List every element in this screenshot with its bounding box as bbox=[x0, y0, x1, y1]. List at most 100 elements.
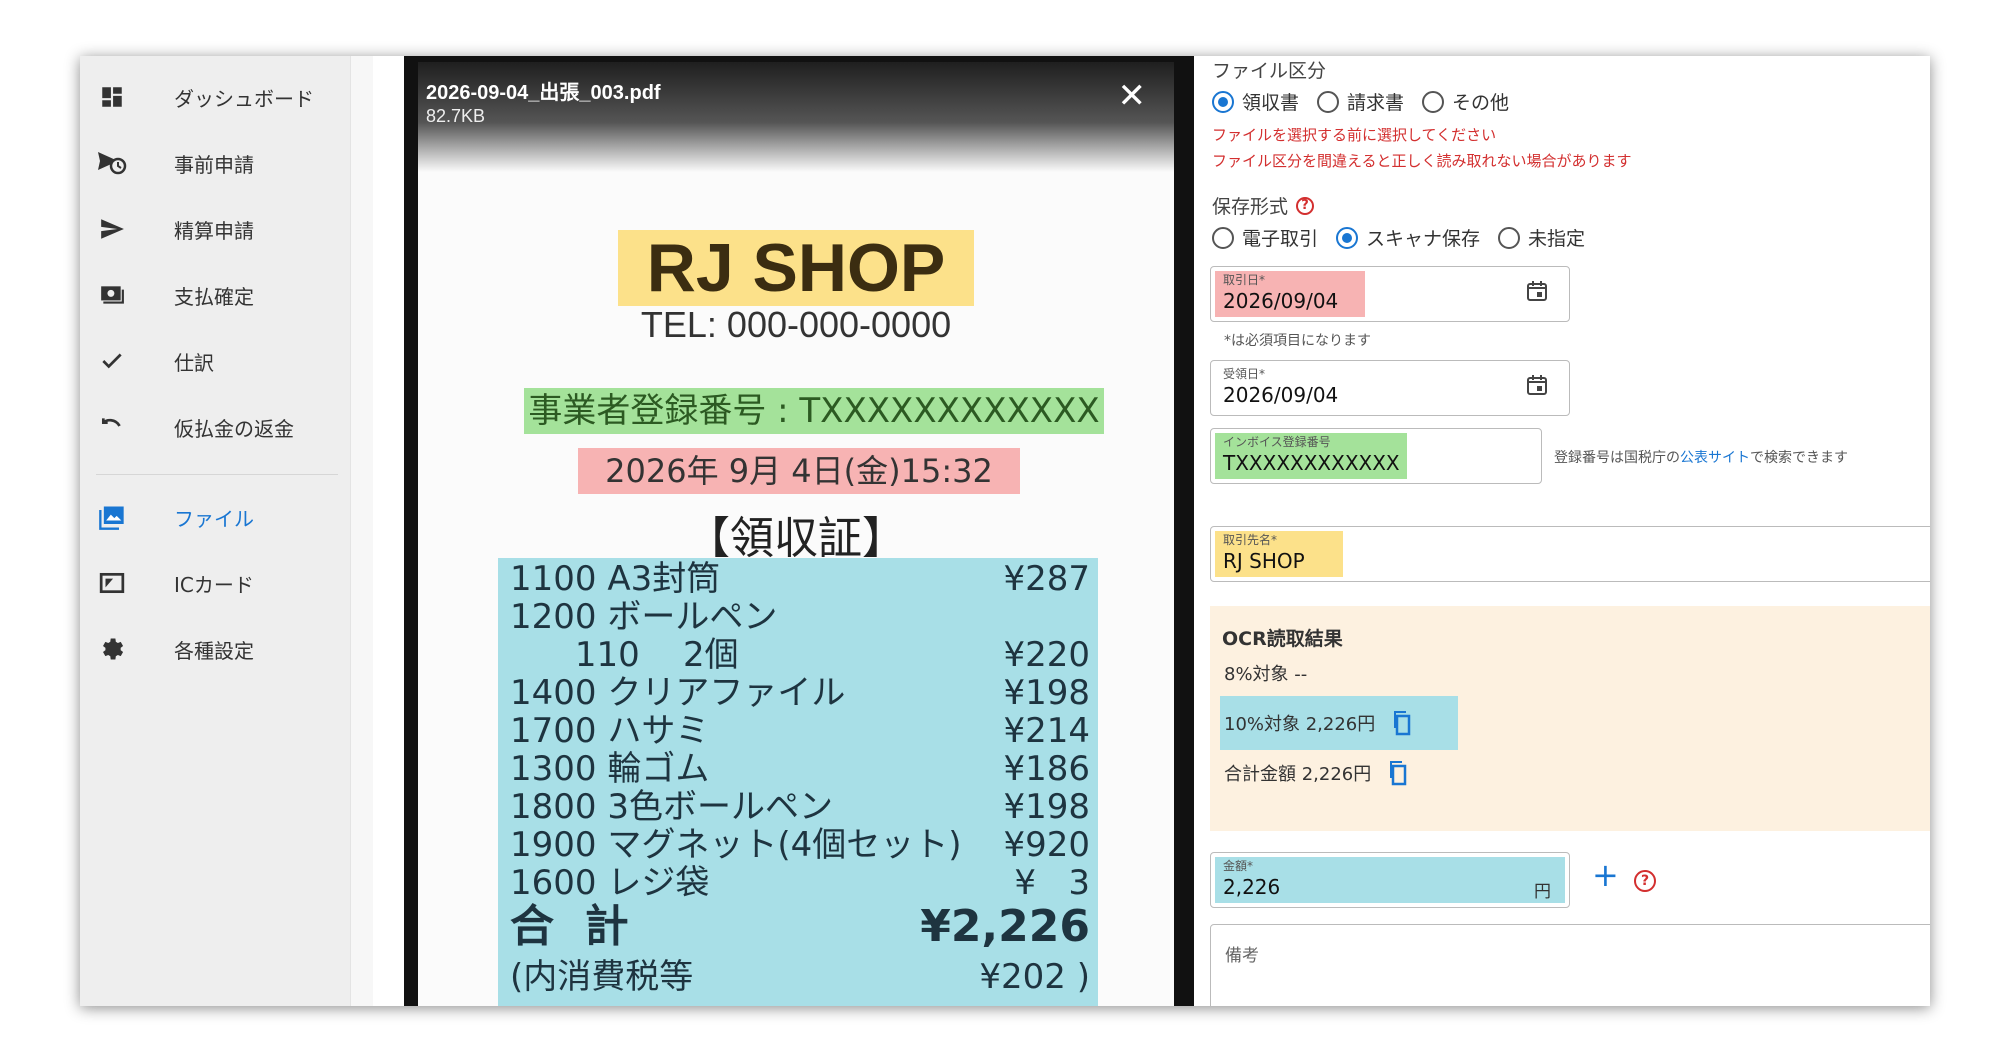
receipt-line: 1700 ハサミ ¥214 bbox=[510, 711, 1090, 751]
receipt-registration-number: 事業者登録番号 : TXXXXXXXXXXXX bbox=[524, 388, 1104, 434]
amount-label: 金額* bbox=[1223, 859, 1254, 873]
radio-receipt[interactable]: 領収書 bbox=[1212, 88, 1299, 115]
sidebar-item-label: ICカード bbox=[174, 572, 254, 597]
transaction-date-value: 2026/09/04 bbox=[1223, 289, 1339, 313]
radio-unchecked-icon bbox=[1317, 90, 1340, 113]
radio-scanner[interactable]: スキャナ保存 bbox=[1336, 224, 1480, 251]
sidebar-item-payment[interactable]: 支払確定 bbox=[80, 262, 350, 328]
radio-unchecked-icon bbox=[1422, 90, 1445, 113]
preview-filesize: 82.7KB bbox=[426, 106, 486, 126]
sidebar-item-settings[interactable]: 各種設定 bbox=[80, 616, 350, 682]
receipt-line: 1100 A3封筒 ¥287 bbox=[510, 559, 1090, 599]
receipt-shop-name: RJ SHOP bbox=[618, 230, 974, 306]
ocr-title: OCR読取結果 bbox=[1222, 628, 1343, 650]
ocr-rate10: 10%対象 2,226円 bbox=[1224, 714, 1376, 735]
pre-application-icon bbox=[96, 147, 128, 179]
preview-filename: 2026-09-04_出張_003.pdf bbox=[426, 82, 661, 104]
gear-icon bbox=[96, 633, 128, 665]
file-form: ファイル区分 領収書 請求書 その他 ファイルを選択する前に選択してください フ… bbox=[1210, 56, 1930, 1006]
vendor-name-value: RJ SHOP bbox=[1223, 549, 1305, 573]
note-field[interactable]: 備考 bbox=[1210, 924, 1930, 1006]
calendar-icon[interactable] bbox=[1525, 279, 1549, 303]
receipt-items: 1100 A3封筒 ¥287 1200 ボールペン 110 2個 ¥220 1400… bbox=[498, 558, 1098, 1006]
radio-checked-icon bbox=[1336, 226, 1359, 249]
sidebar-item-label: 精算申請 bbox=[174, 218, 254, 243]
sidebar: ダッシュボード 事前申請 精算申請 支払確定 仕訳 仮払金の返金 ファイル IC… bbox=[80, 56, 350, 1006]
file-type-label: ファイル区分 bbox=[1212, 60, 1327, 82]
radio-unchecked-icon bbox=[1212, 226, 1234, 249]
payment-icon bbox=[96, 279, 128, 311]
radio-checked-icon bbox=[1212, 90, 1234, 113]
image-icon bbox=[96, 501, 128, 533]
sidebar-divider bbox=[96, 474, 338, 475]
sidebar-item-ic-card[interactable]: ICカード bbox=[80, 550, 350, 616]
sidebar-item-pre-application[interactable]: 事前申請 bbox=[80, 130, 350, 196]
file-type-radio-group: 領収書 請求書 その他 bbox=[1212, 88, 1527, 115]
file-preview: RJ SHOP TEL: 000-000-0000 事業者登録番号 : TXXX… bbox=[404, 56, 1194, 1006]
receipt-line: 1400 クリアファイル ¥198 bbox=[510, 673, 1090, 713]
ocr-total-row: 合計金額 2,226円 bbox=[1224, 760, 1407, 786]
undo-icon bbox=[96, 411, 128, 443]
received-date-field[interactable]: 受領日* 2026/09/04 bbox=[1210, 360, 1570, 416]
receipt-image: RJ SHOP TEL: 000-000-0000 事業者登録番号 : TXXX… bbox=[418, 62, 1174, 1006]
amount-value: 2,226 bbox=[1223, 875, 1281, 899]
receipt-line: 110 2個 ¥220 bbox=[510, 635, 1090, 675]
send-icon bbox=[96, 213, 128, 245]
radio-electronic[interactable]: 電子取引 bbox=[1212, 224, 1318, 251]
note-label: 備考 bbox=[1225, 946, 1259, 966]
receipt-tax: (内消費税等 ¥202 ) bbox=[510, 957, 1090, 997]
sidebar-item-label: ファイル bbox=[174, 506, 254, 531]
sidebar-item-label: 仮払金の返金 bbox=[174, 416, 294, 441]
radio-other[interactable]: その他 bbox=[1422, 88, 1509, 115]
receipt-line: 1800 3色ボールペン ¥198 bbox=[510, 787, 1090, 827]
sidebar-item-label: ダッシュボード bbox=[174, 86, 314, 111]
ocr-result-panel: OCR読取結果 8%対象 -- 10%対象 2,226円 合計金額 2,226円 bbox=[1210, 606, 1930, 831]
ocr-total: 合計金額 2,226円 bbox=[1224, 764, 1372, 785]
required-hint: *は必須項目になります bbox=[1224, 333, 1371, 349]
sidebar-item-label: 仕訳 bbox=[174, 350, 214, 375]
receipt-line: 1200 ボールペン bbox=[510, 597, 778, 637]
close-icon[interactable]: ✕ bbox=[1118, 76, 1147, 116]
amount-field[interactable]: 金額* 2,226 円 bbox=[1210, 852, 1570, 908]
transaction-date-field[interactable]: 取引日* 2026/09/04 bbox=[1210, 266, 1570, 322]
help-icon[interactable]: ? bbox=[1296, 196, 1315, 215]
file-type-warning: ファイルを選択する前に選択してください bbox=[1212, 126, 1497, 144]
sidebar-item-refund[interactable]: 仮払金の返金 bbox=[80, 394, 350, 460]
dashboard-icon bbox=[96, 81, 128, 113]
radio-invoice[interactable]: 請求書 bbox=[1317, 88, 1404, 115]
receipt-datetime: 2026年 9月 4日(金)15:32 bbox=[578, 448, 1020, 494]
copy-icon[interactable] bbox=[1385, 760, 1407, 786]
vendor-name-field[interactable]: 取引先名* RJ SHOP bbox=[1210, 526, 1930, 582]
save-format-label: 保存形式 bbox=[1212, 196, 1289, 218]
preview-header: 2026-09-04_出張_003.pdf 82.7KB ✕ bbox=[418, 62, 1174, 172]
receipt-line: 1300 輪ゴム ¥186 bbox=[510, 749, 1090, 789]
sidebar-item-journal[interactable]: 仕訳 bbox=[80, 328, 350, 394]
sidebar-item-dashboard[interactable]: ダッシュボード bbox=[80, 64, 350, 130]
calendar-icon[interactable] bbox=[1525, 373, 1549, 397]
invoice-number-label: インボイス登録番号 bbox=[1223, 435, 1331, 449]
save-format-label-row: 保存形式 ? bbox=[1212, 192, 1315, 219]
help-icon[interactable]: ? bbox=[1634, 870, 1656, 892]
public-site-link[interactable]: 公表サイト bbox=[1680, 450, 1750, 466]
receipt-total: 合 計 ¥2,226 bbox=[510, 901, 1090, 952]
save-format-radio-group: 電子取引 スキャナ保存 未指定 bbox=[1212, 224, 1603, 251]
invoice-hint: 登録番号は国税庁の公表サイトで検索できます bbox=[1554, 450, 1848, 466]
amount-unit: 円 bbox=[1534, 882, 1551, 902]
sidebar-item-label: 事前申請 bbox=[174, 152, 254, 177]
invoice-number-field[interactable]: インボイス登録番号 TXXXXXXXXXXXX bbox=[1210, 428, 1542, 484]
sidebar-item-expense[interactable]: 精算申請 bbox=[80, 196, 350, 262]
ocr-rate8: 8%対象 -- bbox=[1224, 664, 1308, 685]
copy-icon[interactable] bbox=[1389, 710, 1411, 736]
add-amount-button[interactable]: + bbox=[1592, 856, 1619, 894]
radio-unchecked-icon bbox=[1498, 226, 1521, 249]
invoice-number-value: TXXXXXXXXXXXX bbox=[1223, 451, 1400, 475]
sidebar-item-files[interactable]: ファイル bbox=[80, 484, 350, 550]
app-window: ダッシュボード 事前申請 精算申請 支払確定 仕訳 仮払金の返金 ファイル IC… bbox=[80, 56, 1930, 1006]
sidebar-item-label: 支払確定 bbox=[174, 284, 254, 309]
ic-card-icon bbox=[96, 567, 128, 599]
receipt-line: 1900 マグネット(4個セット) ¥920 bbox=[510, 825, 1090, 865]
radio-unspecified[interactable]: 未指定 bbox=[1498, 224, 1585, 251]
ocr-rate10-row: 10%対象 2,226円 bbox=[1220, 696, 1458, 750]
receipt-line: 1600 レジ袋 ¥ 3 bbox=[510, 863, 1090, 903]
receipt-tel: TEL: 000-000-0000 bbox=[640, 304, 952, 345]
